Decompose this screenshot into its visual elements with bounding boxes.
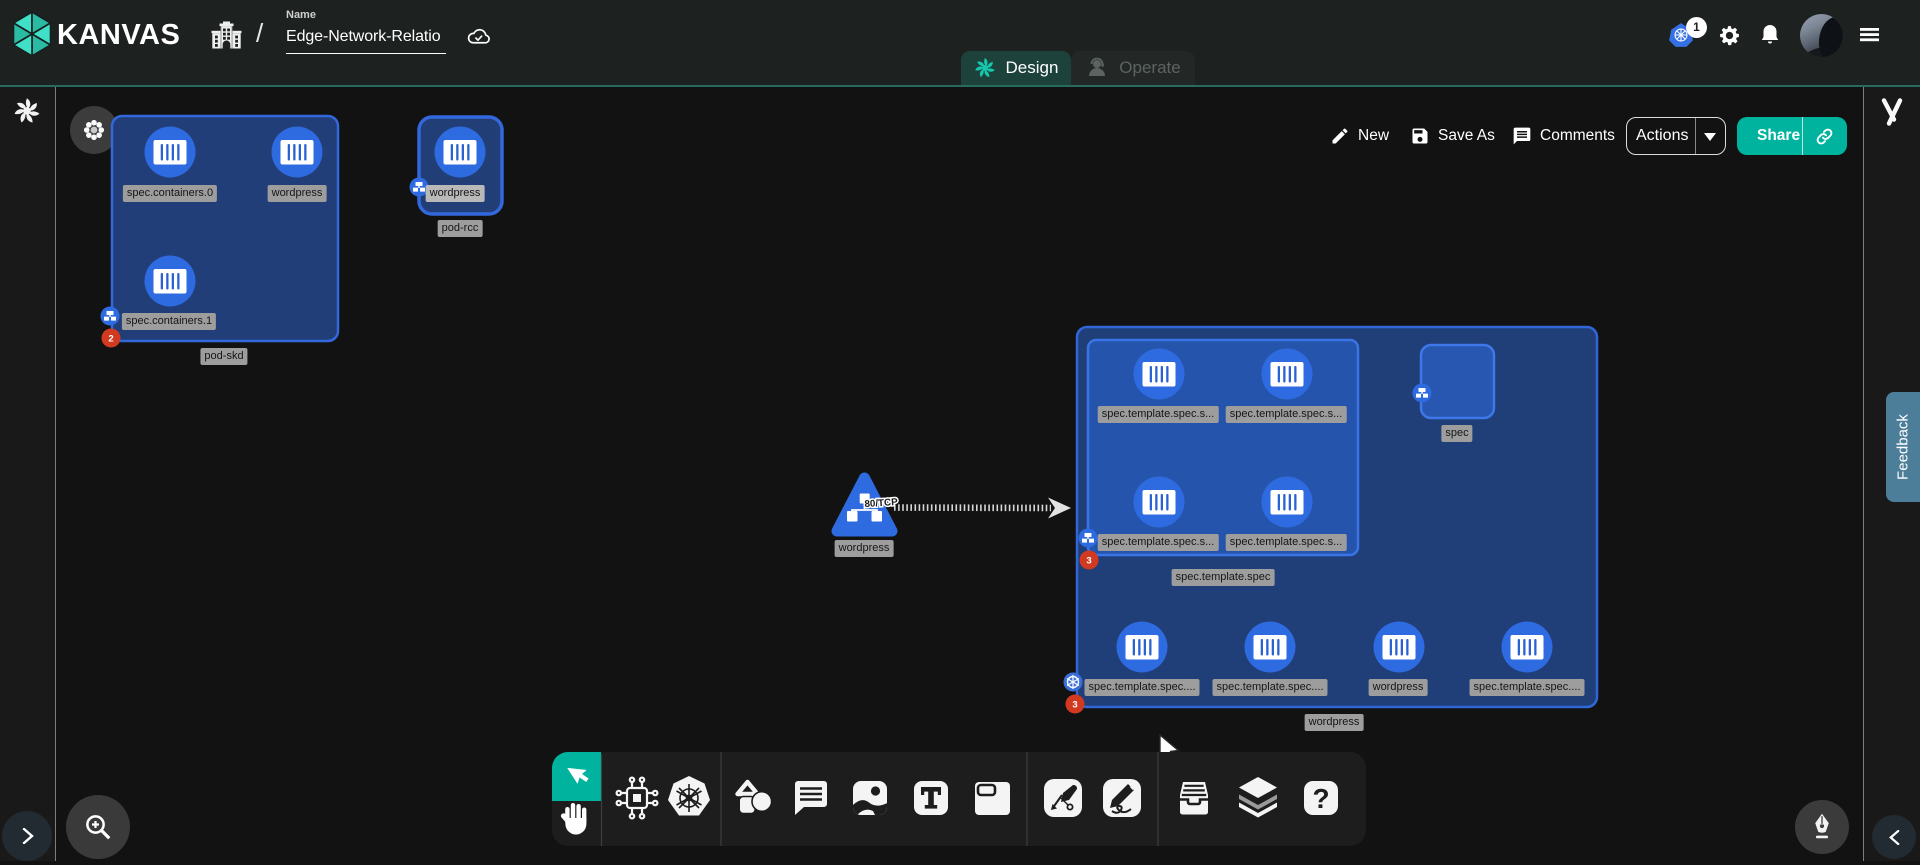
svg-text:3: 3 — [1072, 700, 1077, 711]
svg-text:2: 2 — [108, 334, 113, 345]
svg-text:?: ? — [1312, 783, 1329, 814]
svg-text:80/TCP: 80/TCP — [864, 497, 898, 510]
svg-text:3: 3 — [1086, 556, 1091, 567]
